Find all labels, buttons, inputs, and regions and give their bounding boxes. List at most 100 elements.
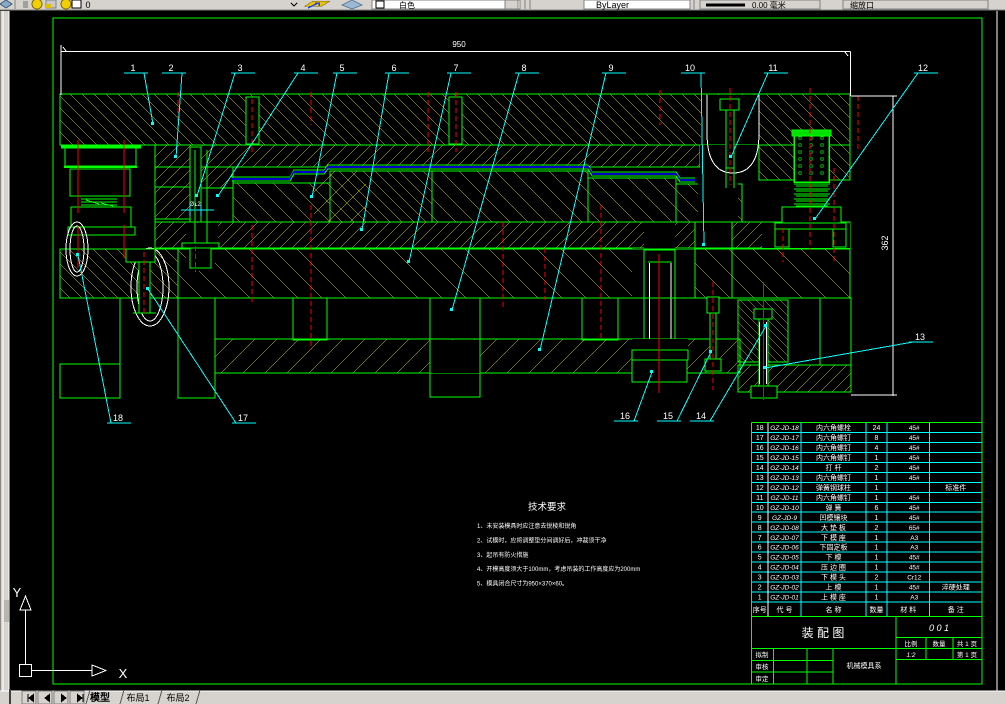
svg-text:15: 15	[663, 411, 673, 421]
svg-text:1: 1	[875, 555, 879, 562]
svg-text:1: 1	[875, 585, 879, 592]
svg-text:白色: 白色	[399, 0, 415, 10]
svg-text:8: 8	[758, 525, 762, 532]
svg-text:2、试模时，应将调整垫分间调好后，冲裁须干净: 2、试模时，应将调整垫分间调好后，冲裁须干净	[477, 536, 606, 544]
svg-text:1: 1	[875, 455, 879, 462]
svg-text:1、未安装模具时应注意去锐棱和锐角: 1、未安装模具时应注意去锐棱和锐角	[477, 522, 576, 530]
svg-text:7: 7	[758, 535, 762, 542]
svg-text:11: 11	[768, 63, 777, 73]
svg-text:下 模: 下 模	[826, 553, 842, 562]
svg-text:4: 4	[758, 565, 762, 572]
svg-text:凹模镶块: 凹模镶块	[820, 513, 848, 522]
svg-text:A3: A3	[910, 595, 918, 602]
svg-text:GZ-JD-14: GZ-JD-14	[770, 465, 799, 472]
svg-text:12: 12	[918, 63, 928, 73]
svg-text:14: 14	[696, 411, 706, 421]
svg-text:Cr12: Cr12	[907, 575, 921, 582]
svg-text:1: 1	[875, 485, 879, 492]
svg-text:1: 1	[875, 475, 879, 482]
svg-text:GZ-JD-13: GZ-JD-13	[770, 475, 799, 482]
svg-text:2: 2	[168, 63, 173, 73]
svg-text:45#: 45#	[909, 435, 920, 442]
svg-text:拟制: 拟制	[756, 650, 770, 659]
svg-text:9: 9	[758, 515, 762, 522]
svg-text:上 模: 上 模	[826, 583, 842, 592]
svg-text:13: 13	[915, 332, 925, 342]
svg-text:数量: 数量	[933, 639, 947, 648]
svg-text:压 边 圈: 压 边 圈	[821, 563, 846, 572]
svg-text:45#: 45#	[909, 445, 920, 452]
svg-text:1: 1	[875, 535, 879, 542]
svg-text:审定: 审定	[756, 674, 770, 683]
svg-text:Y: Y	[13, 585, 22, 600]
svg-text:3: 3	[237, 63, 242, 73]
svg-text:下 模 座: 下 模 座	[821, 533, 846, 542]
svg-text:GZ-JD-05: GZ-JD-05	[770, 555, 799, 562]
svg-text:材 料: 材 料	[900, 605, 916, 614]
svg-text:5: 5	[339, 63, 344, 73]
svg-text:ByLayer: ByLayer	[596, 0, 629, 10]
svg-text:布局2: 布局2	[166, 692, 189, 703]
svg-text:18: 18	[113, 413, 123, 423]
svg-text:内六角螺钉: 内六角螺钉	[816, 493, 851, 502]
svg-text:装 配 图: 装 配 图	[802, 626, 845, 640]
svg-text:45#: 45#	[909, 585, 920, 592]
svg-text:标准件: 标准件	[945, 483, 966, 492]
svg-text:8: 8	[521, 63, 526, 73]
svg-text:缩放口: 缩放口	[850, 0, 874, 10]
svg-text:内六角螺钉: 内六角螺钉	[816, 433, 851, 442]
svg-text:GZ-JD-10: GZ-JD-10	[770, 505, 799, 512]
svg-text:GZ-JD-12: GZ-JD-12	[770, 485, 799, 492]
svg-text:10: 10	[685, 63, 695, 73]
svg-text:1: 1	[875, 565, 879, 572]
svg-text:45#: 45#	[909, 555, 920, 562]
svg-text:内六角螺钉: 内六角螺钉	[816, 453, 851, 462]
svg-text:4: 4	[875, 445, 879, 452]
svg-text:GZ-JD-02: GZ-JD-02	[770, 585, 799, 592]
svg-text:3、起吊有防火措施: 3、起吊有防火措施	[477, 551, 528, 559]
svg-text:3: 3	[758, 575, 762, 582]
svg-text:16: 16	[756, 445, 764, 452]
svg-text:GZ-JD-08: GZ-JD-08	[770, 525, 799, 532]
svg-text:24: 24	[873, 425, 881, 432]
svg-text:13: 13	[756, 475, 764, 482]
svg-text:打 杆: 打 杆	[826, 463, 842, 472]
svg-text:内六角螺钉: 内六角螺钉	[816, 473, 851, 482]
svg-text:65#: 65#	[909, 525, 920, 532]
svg-text:7: 7	[453, 63, 458, 73]
svg-text:GZ-JD-03: GZ-JD-03	[770, 575, 799, 582]
svg-text:10: 10	[756, 505, 764, 512]
svg-text:18: 18	[756, 425, 764, 432]
svg-text:1:2: 1:2	[906, 652, 915, 659]
svg-text:机械模具系: 机械模具系	[847, 661, 882, 670]
svg-text:2: 2	[875, 525, 879, 532]
svg-text:16: 16	[620, 411, 630, 421]
svg-text:5、模具闭合尺寸为950×370×60。: 5、模具闭合尺寸为950×370×60。	[477, 580, 568, 588]
svg-text:2: 2	[758, 585, 762, 592]
svg-text:下 模 头: 下 模 头	[821, 573, 846, 582]
svg-text:9: 9	[608, 63, 613, 73]
svg-text:15: 15	[756, 455, 764, 462]
svg-text:GZ-JD-04: GZ-JD-04	[770, 565, 799, 572]
svg-text:45#: 45#	[909, 515, 920, 522]
svg-text:GZ-JD-16: GZ-JD-16	[770, 445, 799, 452]
svg-text:弹 簧: 弹 簧	[826, 503, 842, 512]
svg-text:6: 6	[875, 505, 879, 512]
svg-text:弹簧钢球柱: 弹簧钢球柱	[816, 483, 851, 492]
svg-text:45#: 45#	[909, 565, 920, 572]
svg-text:5: 5	[758, 555, 762, 562]
svg-text:第 1 页: 第 1 页	[957, 650, 978, 659]
svg-text:模型: 模型	[90, 691, 110, 704]
svg-text:45#: 45#	[909, 465, 920, 472]
svg-text:45#: 45#	[909, 505, 920, 512]
svg-text:数量: 数量	[870, 605, 884, 614]
svg-text:GZ-JD-07: GZ-JD-07	[770, 535, 799, 542]
svg-text:0: 0	[85, 0, 90, 10]
svg-text:序号: 序号	[753, 605, 767, 614]
svg-text:布局1: 布局1	[126, 692, 149, 703]
svg-text:11: 11	[756, 495, 763, 502]
svg-text:上 模 座: 上 模 座	[821, 593, 846, 602]
svg-text:1: 1	[130, 63, 135, 73]
svg-text:362: 362	[880, 235, 890, 250]
svg-text:GZ-JD-11: GZ-JD-11	[770, 495, 798, 502]
